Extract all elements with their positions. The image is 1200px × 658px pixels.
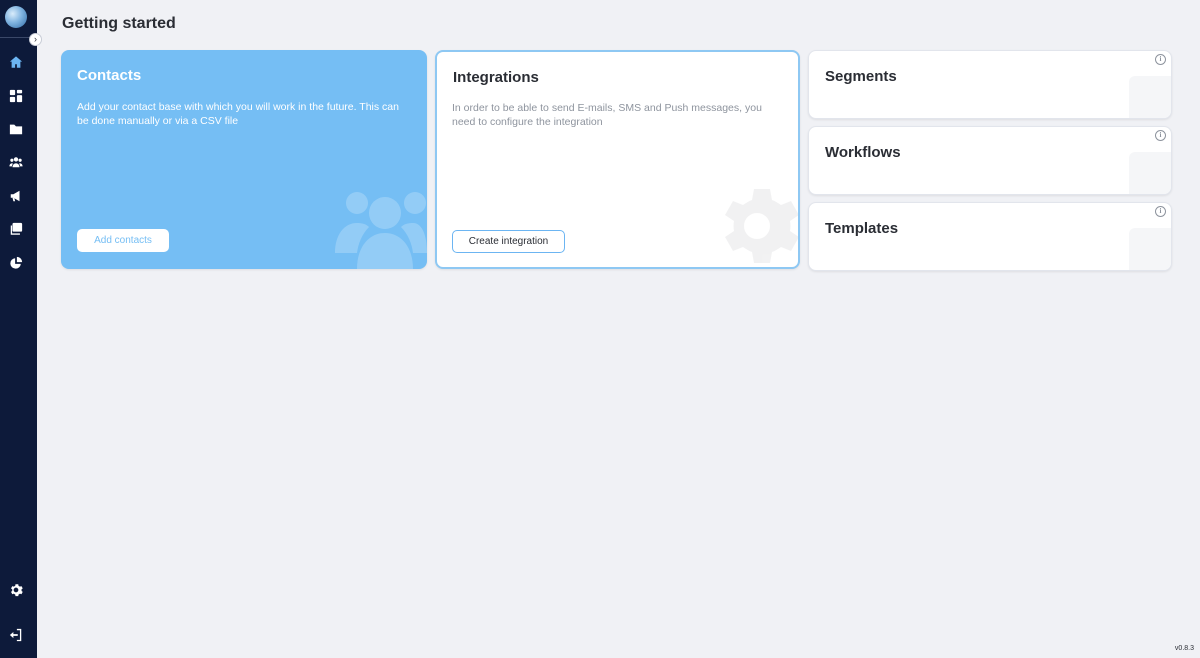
sidebar-item-templates[interactable]	[8, 221, 24, 237]
gear-icon	[11, 584, 23, 597]
integrations-card-title: Integrations	[453, 69, 539, 86]
app-logo[interactable]	[5, 6, 27, 28]
sidebar-item-logout[interactable]	[8, 627, 24, 643]
segments-card[interactable]: Segments i	[808, 50, 1172, 119]
page-title: Getting started	[62, 15, 176, 32]
contacts-card-description: Add your contact base with which you wil…	[77, 101, 399, 127]
segments-illustration	[1129, 76, 1171, 118]
create-integration-button[interactable]: Create integration	[452, 230, 565, 253]
info-icon[interactable]: i	[1155, 206, 1166, 217]
templates-card-title: Templates	[825, 220, 899, 237]
sidebar-item-home[interactable]	[8, 54, 24, 70]
dashboard-icon	[9, 89, 23, 103]
megaphone-icon	[10, 190, 20, 202]
logout-icon	[9, 628, 22, 642]
integrations-card[interactable]: Integrations In order to be able to send…	[435, 50, 800, 269]
sidebar-item-dashboard[interactable]	[8, 88, 24, 104]
contacts-card[interactable]: Contacts Add your contact base with whic…	[61, 50, 427, 269]
info-icon[interactable]: i	[1155, 54, 1166, 65]
templates-icon	[10, 222, 23, 235]
templates-illustration	[1129, 228, 1171, 270]
workflows-card-title: Workflows	[825, 144, 901, 161]
segments-card-title: Segments	[825, 68, 897, 85]
chevron-right-icon: ›	[34, 34, 37, 44]
info-icon[interactable]: i	[1155, 130, 1166, 141]
add-contacts-button[interactable]: Add contacts	[77, 229, 169, 252]
sidebar-item-settings[interactable]	[8, 582, 24, 598]
workflows-illustration	[1129, 152, 1171, 194]
sidebar-item-campaigns[interactable]	[8, 188, 24, 204]
analytics-icon	[10, 256, 23, 269]
folder-icon	[9, 124, 23, 135]
home-icon	[9, 56, 23, 68]
contacts-card-title: Contacts	[77, 67, 142, 84]
templates-card[interactable]: Templates i	[808, 202, 1172, 271]
sidebar-item-analytics[interactable]	[8, 255, 24, 271]
sidebar-item-users[interactable]	[8, 154, 24, 170]
sidebar	[0, 0, 37, 658]
users-icon	[9, 157, 23, 168]
sidebar-collapse-button[interactable]: ›	[29, 33, 42, 46]
workflows-card[interactable]: Workflows i	[808, 126, 1172, 195]
contacts-illustration-icon	[335, 192, 427, 269]
sidebar-item-folder[interactable]	[8, 121, 24, 137]
gear-illustration-icon	[725, 189, 798, 263]
integrations-card-description: In order to be able to send E-mails, SMS…	[452, 102, 762, 128]
version-label: v0.8.3	[1174, 645, 1194, 652]
